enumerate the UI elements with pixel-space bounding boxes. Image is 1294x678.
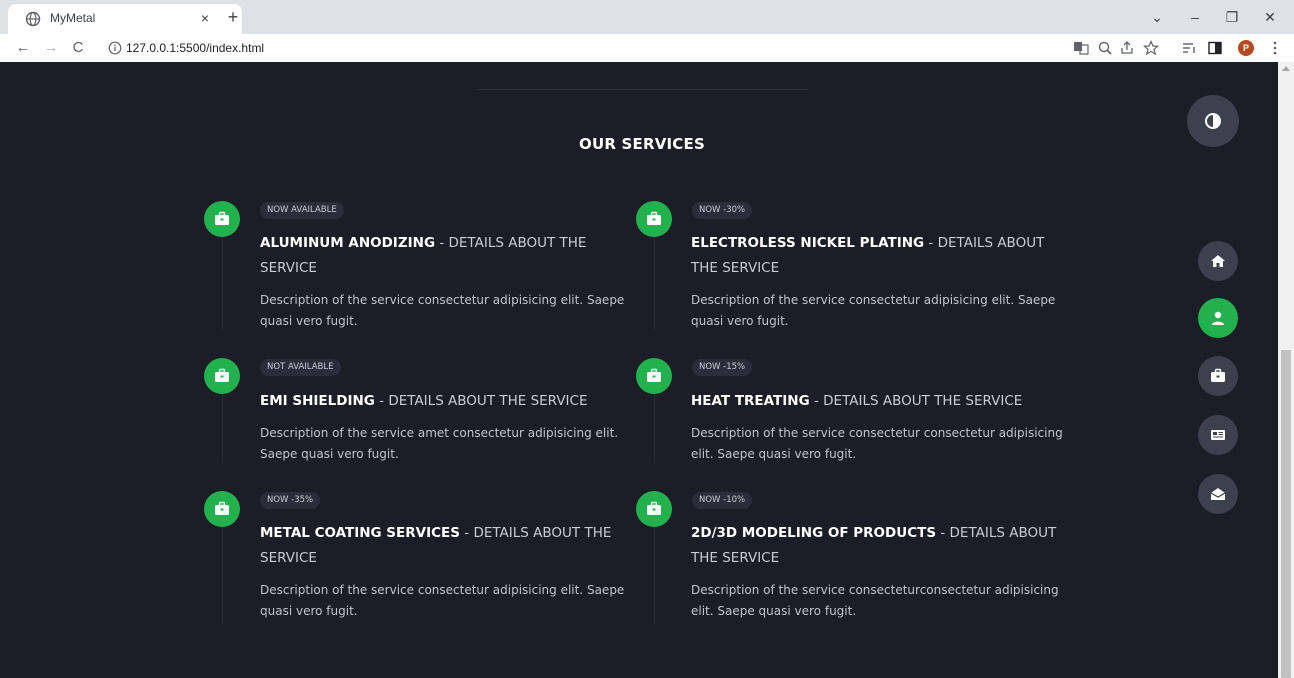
title-separator: - [435,235,449,251]
user-icon [1212,311,1224,325]
tab-search-icon[interactable]: ⌄ [1146,6,1168,28]
service-name: HEAT TREATING [691,393,810,409]
service-status-badge: NOT AVAILABLE [260,359,341,376]
briefcase-icon [215,368,229,382]
service-name: METAL COATING SERVICES [260,525,460,541]
service-description: Description of the service consecteturco… [691,583,1059,618]
reading-list-icon[interactable] [1180,39,1198,57]
half-circle-icon [1205,113,1221,129]
new-tab-button[interactable]: + [222,6,244,28]
service-icon-badge [204,201,240,237]
service-title[interactable]: HEAT TREATING - DETAILS ABOUT THE SERVIC… [691,389,1071,414]
translate-icon[interactable] [1072,39,1090,57]
service-icon-badge [204,491,240,527]
side-nav-home[interactable] [1198,241,1238,281]
address-bar[interactable]: 127.0.0.1:5500/index.html [126,41,264,55]
star-icon[interactable] [1142,39,1160,57]
back-button[interactable]: ← [12,37,34,59]
service-icon-badge [636,491,672,527]
section-divider [478,89,808,90]
service-status-badge: NOW -15% [692,359,753,376]
tab-close-icon[interactable]: × [196,9,214,27]
tab-title: MyMetal [50,11,96,25]
globe-icon [25,11,41,27]
service-description: Description of the service consectetur c… [691,426,1063,461]
service-status-badge: NOW -30% [692,202,753,219]
service-icon-badge [636,358,672,394]
briefcase-icon [647,211,661,225]
section-title: OUR SERVICES [579,135,705,153]
service-name: 2D/3D MODELING OF PRODUCTS [691,525,937,541]
minimize-button[interactable]: – [1184,6,1206,28]
service-name: ELECTROLESS NICKEL PLATING [691,235,925,251]
service-status-badge: NOW AVAILABLE [260,202,344,219]
scroll-thumb[interactable] [1281,350,1291,678]
forward-button[interactable]: → [40,37,62,59]
side-nav-about[interactable] [1198,298,1238,338]
timeline-line [654,524,655,624]
info-icon[interactable] [108,41,122,55]
briefcase-icon [1211,368,1225,382]
briefcase-icon [215,501,229,515]
share-icon[interactable] [1118,39,1136,57]
service-status-badge: NOW -10% [692,492,753,509]
zoom-icon[interactable] [1096,39,1114,57]
service-status-badge: NOW -35% [260,492,321,509]
side-panel-icon[interactable] [1206,39,1224,57]
service-details-link: DETAILS ABOUT THE SERVICE [823,393,1023,409]
browser-tab[interactable]: MyMetal × [8,4,242,34]
home-icon [1211,255,1225,267]
timeline-line [654,233,655,330]
close-window-button[interactable]: ✕ [1259,6,1281,28]
theme-toggle-button[interactable] [1187,95,1239,147]
briefcase-icon [215,211,229,225]
service-description: Description of the service consectetur a… [691,293,1056,328]
side-nav-news[interactable] [1198,415,1238,455]
service-name: EMI SHIELDING [260,393,375,409]
browser-tab-bar: MyMetal × + ⌄ – ❐ ✕ [0,0,1294,34]
page-scrollbar[interactable] [1278,62,1294,678]
service-title[interactable]: ALUMINUM ANODIZING - DETAILS ABOUT THE S… [260,231,640,281]
title-separator: - [809,393,824,409]
title-separator: - [459,525,474,541]
timeline-line [654,391,655,463]
profile-avatar[interactable]: P [1238,40,1254,56]
scroll-up-icon[interactable] [1282,66,1290,71]
service-details-link: DETAILS ABOUT THE SERVICE [388,393,588,409]
service-title[interactable]: ELECTROLESS NICKEL PLATING - DETAILS ABO… [691,231,1071,281]
service-description: Description of the service consectetur a… [260,293,625,328]
restore-button[interactable]: ❐ [1221,6,1243,28]
service-icon-badge [636,201,672,237]
title-separator: - [936,525,950,541]
service-description: Description of the service consectetur a… [260,583,625,618]
timeline-line [222,233,223,330]
page-viewport: OUR SERVICES NOW AVAILABLE ALUMINUM ANOD… [6,62,1278,678]
newspaper-icon [1211,430,1225,440]
service-icon-badge [204,358,240,394]
timeline-line [222,524,223,624]
title-separator: - [924,235,938,251]
browser-toolbar: ← → C 127.0.0.1:5500/index.html P [0,34,1294,62]
menu-icon[interactable] [1266,39,1284,57]
envelope-open-icon [1210,488,1226,500]
service-title[interactable]: METAL COATING SERVICES - DETAILS ABOUT T… [260,521,640,571]
reload-button[interactable]: C [67,37,89,59]
service-title[interactable]: EMI SHIELDING - DETAILS ABOUT THE SERVIC… [260,389,640,414]
service-description: Description of the service amet consecte… [260,426,619,461]
service-title[interactable]: 2D/3D MODELING OF PRODUCTS - DETAILS ABO… [691,521,1071,571]
service-name: ALUMINUM ANODIZING [260,235,436,251]
timeline-line [222,391,223,463]
briefcase-icon [647,501,661,515]
side-nav-services[interactable] [1198,356,1238,396]
briefcase-icon [647,368,661,382]
title-separator: - [374,393,389,409]
side-nav-contact[interactable] [1198,474,1238,514]
